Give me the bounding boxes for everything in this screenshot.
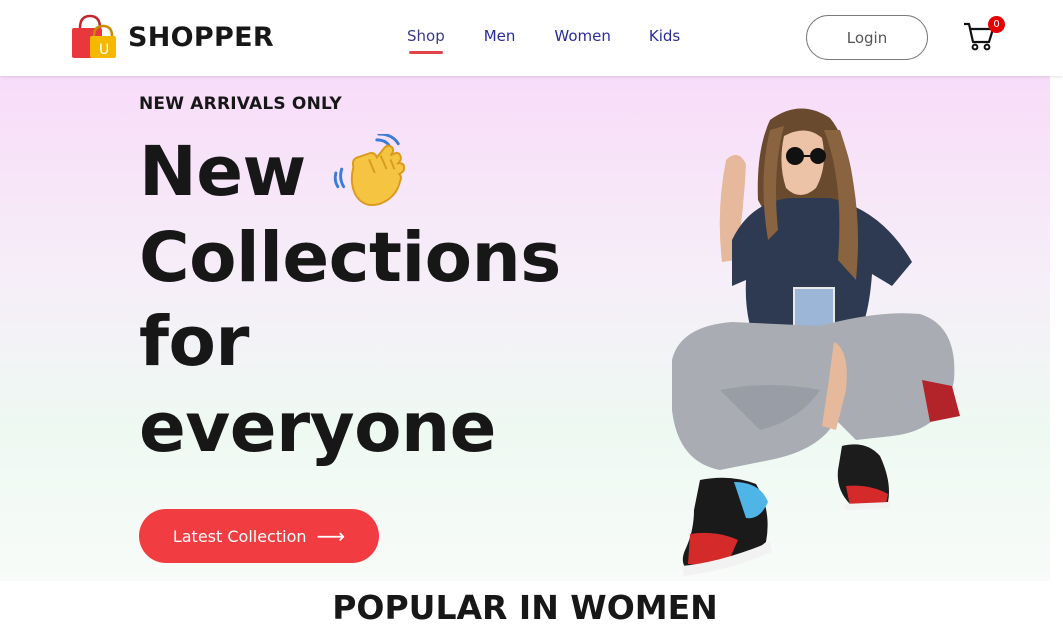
logo-letter: U <box>99 42 109 58</box>
hero-section: NEW ARRIVALS ONLY New Collections for ev… <box>0 76 1050 581</box>
active-underline <box>409 51 443 54</box>
hero-heading-line-4: everyone <box>139 388 496 468</box>
brand-logo[interactable]: U SHOPPER <box>70 14 274 60</box>
navbar: U SHOPPER Shop Men Women Kids Login 0 <box>0 0 1063 76</box>
hero-heading-line-2: Collections <box>139 218 561 298</box>
login-button[interactable]: Login <box>806 15 928 60</box>
nav-item-label: Women <box>554 27 611 45</box>
nav-item-men[interactable]: Men <box>484 27 516 45</box>
main-nav: Shop Men Women Kids <box>407 27 680 54</box>
latest-collection-label: Latest Collection <box>172 526 307 546</box>
hero-heading-line-1: New <box>139 132 306 212</box>
hero-right-gutter <box>1050 76 1063 581</box>
nav-item-kids[interactable]: Kids <box>649 27 680 45</box>
cart-count-badge: 0 <box>988 16 1005 33</box>
nav-item-women[interactable]: Women <box>554 27 610 45</box>
nav-item-label: Shop <box>407 27 445 45</box>
nav-item-shop[interactable]: Shop <box>407 27 445 54</box>
cart-button[interactable]: 0 <box>962 16 1006 52</box>
latest-collection-button[interactable]: Latest Collection ⟶ <box>139 509 379 563</box>
arrow-right-icon: ⟶ <box>316 524 346 548</box>
hero-model-image <box>672 108 960 576</box>
waving-hand-icon <box>333 134 406 207</box>
nav-item-label: Men <box>483 27 516 45</box>
shopping-bag-logo-icon: U <box>72 14 116 58</box>
hero-heading-line-3: for <box>139 302 249 382</box>
hero-tagline: NEW ARRIVALS ONLY <box>139 94 342 114</box>
brand-name: SHOPPER <box>128 21 274 53</box>
section-title-popular: POPULAR IN WOMEN <box>332 588 718 627</box>
nav-item-label: Kids <box>648 27 681 45</box>
